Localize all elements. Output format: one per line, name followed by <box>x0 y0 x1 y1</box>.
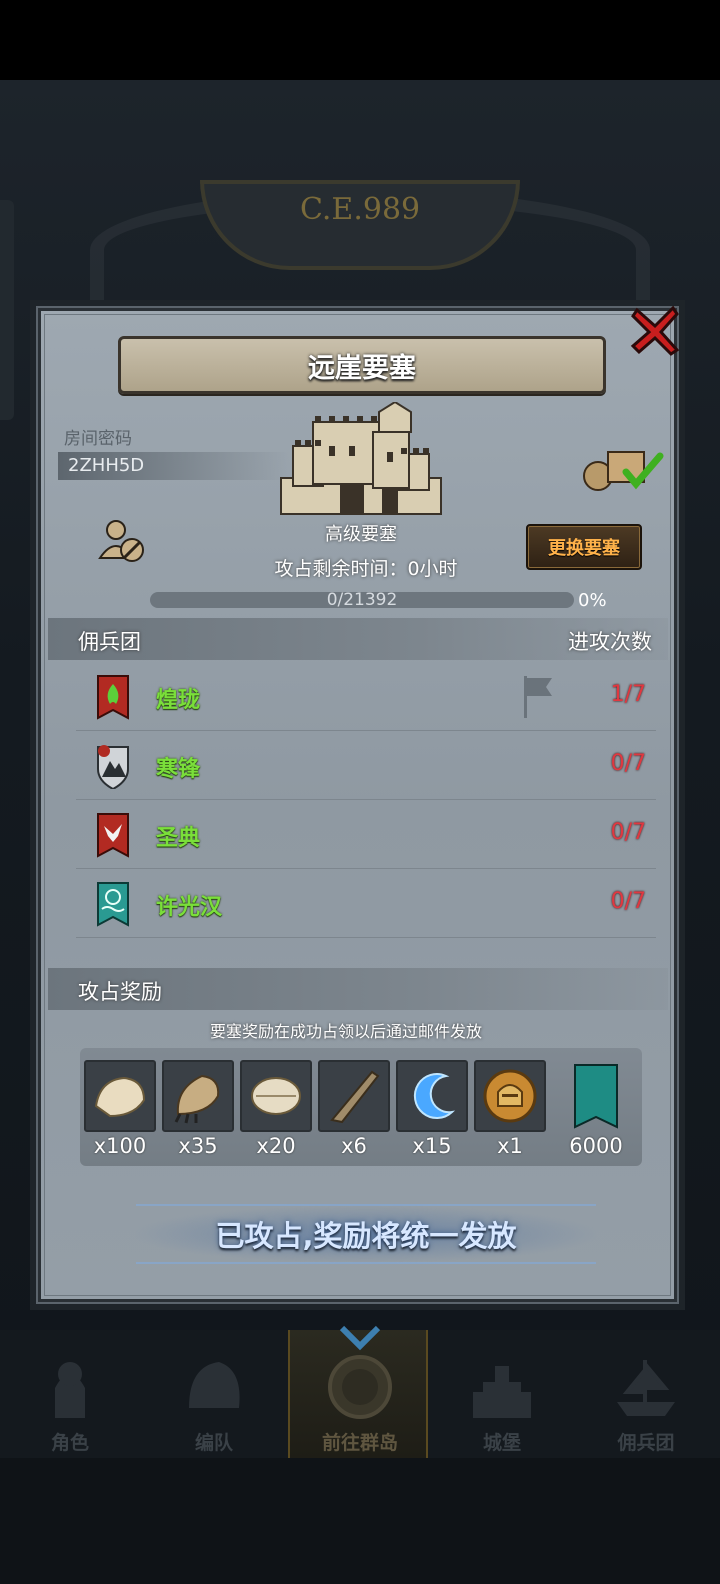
fur-pelt-icon <box>94 1076 146 1118</box>
side-tab <box>0 200 14 420</box>
participants-hidden-icon[interactable] <box>98 518 146 564</box>
time-remaining: 攻占剩余时间：0小时 <box>274 558 458 580</box>
reward-item[interactable]: x1 <box>474 1060 546 1158</box>
fortress-type: 高级要塞 <box>325 524 397 545</box>
flag-icon <box>524 676 552 718</box>
rewards-header-label: 攻占奖励 <box>78 980 162 1004</box>
knight-icon <box>55 1362 85 1418</box>
mercenary-row[interactable]: 许光汉 0/7 <box>76 869 656 938</box>
attack-count-header: 进攻次数 <box>568 630 652 654</box>
chevron-down-icon <box>339 1325 381 1351</box>
change-fortress-button[interactable]: 更换要塞 <box>526 524 642 570</box>
reward-item[interactable]: x6 <box>318 1060 390 1158</box>
year-label: C.E.989 <box>300 192 421 227</box>
mercenary-row[interactable]: 圣典 0/7 <box>76 800 656 869</box>
beast-claw-icon <box>174 1074 220 1124</box>
bottom-bar-area <box>0 1458 720 1584</box>
nav-mercenary[interactable]: 佣兵团 <box>576 1330 716 1458</box>
nav-islands[interactable]: 前往群岛 <box>288 1325 428 1458</box>
reward-item[interactable]: x100 <box>84 1060 156 1158</box>
title-banner: 远崖要塞 <box>118 336 606 394</box>
castle-icon <box>473 1366 531 1418</box>
ship-icon <box>617 1360 675 1416</box>
bird-emblem-icon <box>97 813 129 858</box>
room-code[interactable]: 2ZHH5D <box>68 455 144 476</box>
reward-item[interactable]: x35 <box>162 1060 234 1158</box>
blue-crescent-icon <box>413 1073 456 1119</box>
knight-helmet-medal-icon <box>483 1069 537 1123</box>
reward-item[interactable]: 6000 <box>556 1060 636 1158</box>
claim-status-banner: 已攻占,奖励将统一发放 <box>136 1204 596 1264</box>
helmet-icon <box>189 1362 240 1408</box>
feather-scale-icon <box>251 1077 301 1115</box>
rewards-header: 攻占奖励 <box>48 968 668 1010</box>
loot-claimed-icon[interactable] <box>582 442 666 492</box>
mercenary-header-label: 佣兵团 <box>78 630 141 654</box>
horn-icon <box>330 1070 380 1124</box>
mercenary-row[interactable]: 煌珑 1/7 <box>76 662 656 731</box>
close-icon <box>630 305 680 356</box>
compass-icon <box>328 1355 392 1419</box>
fortress-icon <box>279 400 443 518</box>
fortress-panel: 远崖要塞 房间密码 2ZHH5D 高级要塞 攻占剩余时间：0小时 更换要塞 0/… <box>30 300 685 1310</box>
reward-item[interactable]: x15 <box>396 1060 468 1158</box>
close-button[interactable] <box>627 302 683 358</box>
nav-castle[interactable]: 城堡 <box>432 1330 572 1458</box>
capture-progress-percent: 0% <box>578 590 607 611</box>
rewards-list: x100 x35 x20 x6 x15 x1 6000 <box>80 1048 642 1166</box>
capture-progress-text: 0/21392 <box>326 590 398 610</box>
status-bar-area <box>0 0 720 80</box>
wave-emblem-icon <box>97 882 129 927</box>
reward-item[interactable]: x20 <box>240 1060 312 1158</box>
room-code-label: 房间密码 <box>64 429 132 449</box>
flame-emblem-icon <box>97 675 129 720</box>
nav-formation[interactable]: 编队 <box>144 1330 284 1458</box>
mountain-shield-emblem-icon <box>97 745 129 789</box>
bottom-navigation: 角色 编队 前往群岛 城堡 佣兵团 <box>0 1325 720 1458</box>
mercenary-header: 佣兵团 进攻次数 <box>48 618 668 660</box>
rewards-note: 要塞奖励在成功占领以后通过邮件发放 <box>209 1022 482 1041</box>
nav-character[interactable]: 角色 <box>0 1330 140 1458</box>
mercenary-row[interactable]: 寒锋 0/7 <box>76 731 656 800</box>
guild-banner-icon <box>574 1064 618 1129</box>
panel-title: 远崖要塞 <box>308 352 416 384</box>
